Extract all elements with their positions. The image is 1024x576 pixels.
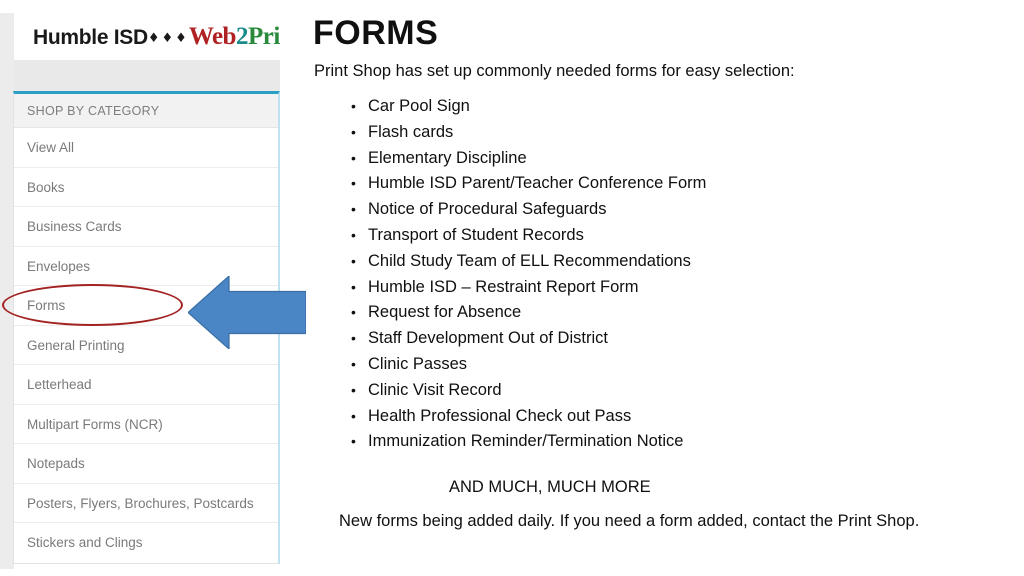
sidebar-item-books[interactable]: Books xyxy=(14,168,278,207)
sidebar-item-multipart-forms[interactable]: Multipart Forms (NCR) xyxy=(14,405,278,444)
bullet-icon: • xyxy=(351,433,356,450)
bullet-icon: • xyxy=(351,226,356,243)
logo-humble-isd-text: Humble ISD xyxy=(33,26,148,49)
sidebar-header: SHOP BY CATEGORY xyxy=(14,94,278,128)
sidebar-item-view-all[interactable]: View All xyxy=(14,128,278,168)
logo-two-text: 2 xyxy=(235,23,249,50)
list-item-label: Child Study Team of ELL Recommendations xyxy=(368,251,691,270)
list-item-label: Transport of Student Records xyxy=(368,225,584,244)
sidebar-item-letterhead[interactable]: Letterhead xyxy=(14,365,278,405)
list-item-label: Health Professional Check out Pass xyxy=(368,406,632,425)
site-nav-bar xyxy=(14,60,280,91)
list-item-label: Humble ISD Parent/Teacher Conference For… xyxy=(368,174,707,193)
closing-note: New forms being added daily. If you need… xyxy=(339,512,920,530)
bullet-icon: • xyxy=(351,252,356,269)
logo-print-text: Pri xyxy=(247,23,280,50)
sidebar-item-stickers-and-clings[interactable]: Stickers and Clings xyxy=(14,523,278,563)
list-item: • Car Pool Sign xyxy=(341,94,981,120)
list-item-label: Humble ISD – Restraint Report Form xyxy=(368,277,639,296)
sidebar-item-business-cards[interactable]: Business Cards xyxy=(14,207,278,247)
list-item-label: Staff Development Out of District xyxy=(368,329,608,348)
sidebar-item-notepads[interactable]: Notepads xyxy=(14,444,278,484)
list-item: • Staff Development Out of District xyxy=(341,326,981,352)
list-item: • Notice of Procedural Safeguards xyxy=(341,197,981,223)
bullet-icon: • xyxy=(351,330,356,347)
list-item: • Clinic Passes xyxy=(341,352,981,378)
list-item: • Immunization Reminder/Termination Notic… xyxy=(341,429,981,455)
bullet-icon: • xyxy=(351,149,356,166)
page-title: FORMS xyxy=(313,14,439,52)
site-logo[interactable]: Humble ISD♦♦♦Web2Pri xyxy=(22,13,280,60)
list-item-label: Immunization Reminder/Termination Notice xyxy=(368,432,684,451)
slide-content: FORMS Print Shop has set up commonly nee… xyxy=(313,0,1013,576)
list-item: • Health Professional Check out Pass xyxy=(341,404,981,430)
list-item: • Flash cards xyxy=(341,120,981,146)
list-item: • Humble ISD Parent/Teacher Conference Fo… xyxy=(341,171,981,197)
logo-web-text: Web xyxy=(188,23,237,50)
sidebar-item-posters-flyers[interactable]: Posters, Flyers, Brochures, Postcards xyxy=(14,484,278,523)
bullet-icon: • xyxy=(351,175,356,192)
bullet-icon: • xyxy=(351,407,356,424)
list-item: • Request for Absence xyxy=(341,300,981,326)
page-subtitle: Print Shop has set up commonly needed fo… xyxy=(314,62,795,80)
list-item-label: Notice of Procedural Safeguards xyxy=(368,200,607,219)
and-much-more-text: AND MUCH, MUCH MORE xyxy=(449,478,651,496)
web2print-screenshot-panel: Humble ISD♦♦♦Web2Pri SHOP BY CATEGORY Vi… xyxy=(0,0,310,576)
bullet-icon: • xyxy=(351,201,356,218)
list-item: • Transport of Student Records xyxy=(341,223,981,249)
list-item-label: Clinic Passes xyxy=(368,354,468,373)
bullet-icon: • xyxy=(351,381,356,398)
list-item: • Clinic Visit Record xyxy=(341,378,981,404)
logo-diamond-icon: ♦♦♦ xyxy=(147,31,189,46)
list-item-label: Elementary Discipline xyxy=(368,148,527,167)
screenshot-left-gutter xyxy=(0,13,14,569)
site-logo-text: Humble ISD♦♦♦Web2Pri xyxy=(33,23,280,51)
list-item-label: Clinic Visit Record xyxy=(368,380,502,399)
list-item: • Humble ISD – Restraint Report Form xyxy=(341,275,981,301)
list-item-label: Flash cards xyxy=(368,122,454,141)
list-item-label: Request for Absence xyxy=(368,303,522,322)
bullet-icon: • xyxy=(351,355,356,372)
list-item-label: Car Pool Sign xyxy=(368,97,470,115)
left-pointing-arrow-icon xyxy=(188,276,306,349)
list-item: • Elementary Discipline xyxy=(341,146,981,172)
list-item: • Child Study Team of ELL Recommendations xyxy=(341,249,981,275)
bullet-icon: • xyxy=(351,304,356,321)
bullet-icon: • xyxy=(351,98,356,114)
bullet-icon: • xyxy=(351,123,356,140)
forms-list: • Car Pool Sign • Flash cards • Elementary … xyxy=(341,94,981,455)
bullet-icon: • xyxy=(351,278,356,295)
